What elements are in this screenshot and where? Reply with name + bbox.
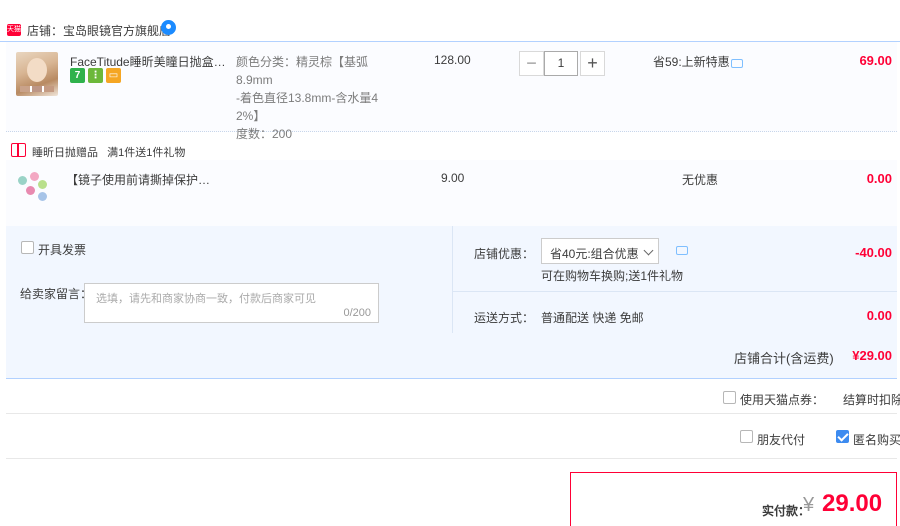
- friend-pay-label[interactable]: 朋友代付: [757, 431, 805, 448]
- invoice-label[interactable]: 开具发票: [38, 241, 86, 258]
- message-char-counter: 0/200: [343, 307, 371, 319]
- shop-discount-selected: 省40元:组合优惠: [550, 247, 639, 261]
- gift-thumbnail-shape: [38, 180, 47, 189]
- shop-total-label: 店铺合计(含运费): [734, 351, 834, 366]
- panel-divider: [452, 226, 453, 333]
- unit-price: 128.00: [434, 53, 471, 67]
- gift-promo-label: 睡昕日抛赠品 满1件送1件礼物: [32, 144, 185, 160]
- shipping-label: 运送方式：: [474, 311, 535, 325]
- anonymous-purchase-checkbox[interactable]: [836, 430, 849, 443]
- contact-seller-icon[interactable]: [161, 20, 176, 35]
- gift-thumbnail[interactable]: [16, 170, 52, 202]
- chevron-down-icon: [643, 245, 654, 256]
- gift-rule: 满1件送1件礼物: [107, 147, 186, 159]
- promotion-info-icon[interactable]: [731, 59, 743, 68]
- gift-thumbnail-shape: [38, 192, 47, 201]
- gift-thumbnail-shape: [30, 172, 39, 181]
- discount-info-icon[interactable]: [676, 246, 688, 255]
- tmall-badge-icon: 天猫: [7, 24, 21, 36]
- payment-amount: 29.00: [822, 490, 883, 517]
- item-promotion: 省59:上新特惠: [653, 55, 730, 69]
- sku-line: 颜色分类：精灵棕【基弧8.9mm: [236, 55, 369, 87]
- gift-thumbnail-shape: [18, 176, 27, 185]
- row-divider: [6, 413, 897, 414]
- anonymous-purchase-label[interactable]: 匿名购买: [853, 431, 900, 448]
- shipping-amount: 0.00: [866, 308, 892, 323]
- quantity-input[interactable]: 1: [544, 51, 578, 76]
- quantity-stepper: − 1 +: [519, 51, 605, 76]
- shipping-method: 普通配送 快递 免邮: [541, 311, 644, 325]
- shop-discount-select[interactable]: 省40元:组合优惠: [541, 238, 659, 264]
- seller-message-input[interactable]: 选填，请先和商家协商一致，付款后商家可见 0/200: [84, 283, 379, 323]
- friend-pay-checkbox[interactable]: [740, 430, 753, 443]
- row-divider: [6, 458, 897, 459]
- product-sku-info: 颜色分类：精灵棕【基弧8.9mm -着色直径13.8mm-含水量4 2%】 度数…: [236, 53, 401, 143]
- coupon-note: 结算时扣除: [843, 393, 900, 407]
- gift-title-link[interactable]: 【镜子使用前请撕掉保护膜】...: [66, 171, 216, 188]
- sku-line: 度数：200: [236, 127, 293, 141]
- coupon-label[interactable]: 使用天猫点券：: [740, 391, 824, 408]
- gift-section-label: 睡昕日抛赠品: [32, 147, 98, 159]
- shop-name-link[interactable]: 店铺：宝岛眼镜官方旗舰店: [27, 22, 171, 39]
- seven-day-return-icon: 7: [70, 68, 85, 83]
- invoice-checkbox[interactable]: [21, 241, 34, 254]
- shop-discount-label: 店铺优惠：: [474, 247, 535, 261]
- gift-item-row: [6, 160, 897, 226]
- gift-thumbnail-shape: [26, 186, 35, 195]
- quantity-increase-button[interactable]: +: [580, 51, 605, 76]
- shop-total-amount: ¥29.00: [852, 348, 892, 363]
- coupon-checkbox[interactable]: [723, 391, 736, 404]
- gift-promotion: 无优惠: [682, 173, 719, 187]
- guarantee-icon: ⋮: [88, 68, 103, 83]
- currency-symbol: ¥: [803, 494, 815, 516]
- panel-divider: [452, 291, 897, 292]
- shop-discount-amount: -40.00: [855, 245, 892, 260]
- gift-unit-price: 9.00: [441, 171, 465, 185]
- sku-line: 2%】: [236, 109, 266, 123]
- gift-amount: 0.00: [866, 171, 892, 186]
- sku-line: -着色直径13.8mm-含水量4: [236, 91, 379, 105]
- installment-icon: ▭: [106, 68, 121, 83]
- product-thumbnail[interactable]: [16, 52, 58, 96]
- item-amount: 69.00: [859, 53, 892, 68]
- gift-icon: [11, 143, 26, 157]
- message-label: 给卖家留言：: [20, 287, 93, 301]
- message-placeholder: 选填，请先和商家协商一致，付款后商家可见: [96, 293, 316, 305]
- shop-discount-note: 可在购物车换购;送1件礼物: [541, 269, 684, 283]
- quantity-decrease-button[interactable]: −: [519, 51, 544, 76]
